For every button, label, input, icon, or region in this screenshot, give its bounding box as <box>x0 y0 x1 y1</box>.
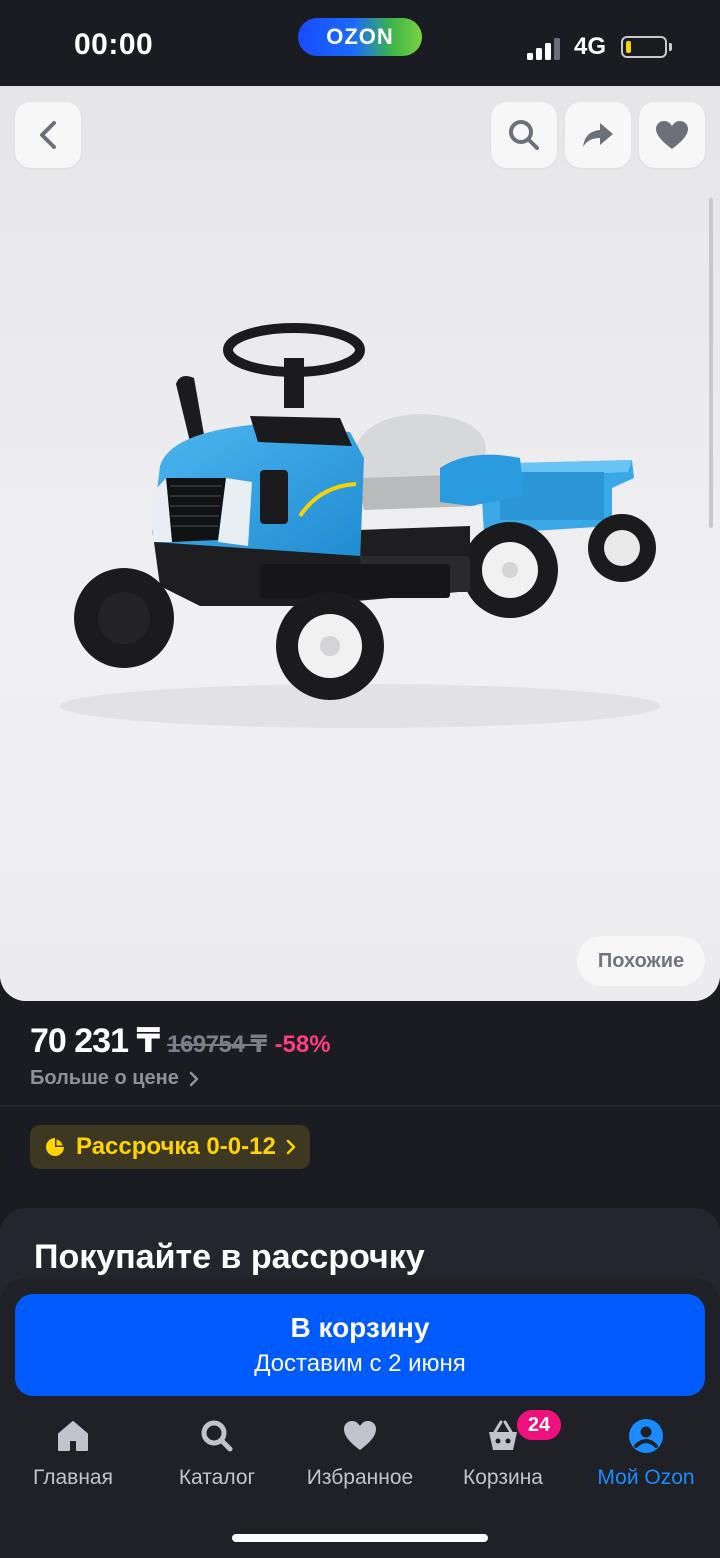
add-to-cart-button[interactable]: В корзину Доставим с 2 июня <box>15 1294 705 1396</box>
image-scrollbar[interactable] <box>709 198 713 528</box>
chevron-right-icon <box>189 1071 199 1086</box>
tab-home-label: Главная <box>33 1466 113 1489</box>
more-about-price-label: Больше о цене <box>30 1067 179 1089</box>
cart-count-badge: 24 <box>517 1410 561 1440</box>
search-icon <box>201 1420 233 1452</box>
battery-icon <box>621 36 667 58</box>
tab-favorites-label: Избранное <box>306 1466 414 1489</box>
delivery-date-label: Доставим с 2 июня <box>254 1350 466 1377</box>
favorite-button[interactable] <box>639 102 705 168</box>
home-icon <box>58 1421 88 1451</box>
old-price: 169754 ₸ <box>167 1031 267 1058</box>
status-time: 00:00 <box>74 28 154 61</box>
product-photo-tractor <box>0 86 720 1001</box>
more-about-price-link[interactable]: Больше о цене <box>30 1067 199 1090</box>
battery-tip <box>669 43 672 51</box>
ozon-logo: OZON <box>298 18 422 56</box>
similar-products-button[interactable]: Похожие <box>577 936 705 986</box>
tab-my-ozon-label: Мой Ozon <box>597 1466 695 1489</box>
home-indicator[interactable] <box>232 1534 488 1542</box>
tab-my-ozon[interactable]: Мой Ozon <box>574 1416 718 1506</box>
pie-chart-icon <box>46 1138 64 1156</box>
current-price: 70 231 ₸ <box>30 1022 160 1060</box>
tab-catalog[interactable]: Каталог <box>145 1416 289 1506</box>
bottom-panel: В корзину Доставим с 2 июня Главная Ката… <box>0 1278 720 1558</box>
price-section: 70 231 ₸ 169754 ₸ -58% Больше о цене Рас… <box>0 1001 720 1191</box>
tab-favorites[interactable]: Избранное <box>288 1416 432 1506</box>
basket-icon <box>489 1420 517 1450</box>
status-bar: 00:00 OZON 4G <box>0 0 720 86</box>
chevron-right-icon <box>286 1139 296 1155</box>
heart-icon <box>344 1421 376 1450</box>
user-circle-icon <box>629 1419 663 1453</box>
network-type: 4G <box>574 33 607 60</box>
tab-cart-label: Корзина <box>463 1466 543 1489</box>
ozon-logo-text: OZON <box>326 24 394 49</box>
promo-card-title: Покупайте в рассрочку <box>34 1238 425 1276</box>
signal-icon <box>527 38 560 60</box>
back-button[interactable] <box>15 102 81 168</box>
product-image-gallery[interactable]: Похожие <box>0 86 720 1001</box>
battery-level <box>626 41 631 53</box>
divider <box>0 1105 720 1106</box>
tab-catalog-label: Каталог <box>178 1466 256 1489</box>
installment-chip[interactable]: Рассрочка 0-0-12 <box>30 1125 310 1169</box>
bottom-tab-bar: Главная Каталог Избранное Корзина 24 Мой… <box>0 1410 720 1506</box>
installment-label: Рассрочка 0-0-12 <box>76 1133 276 1160</box>
discount-badge: -58% <box>274 1031 331 1058</box>
search-button[interactable] <box>491 102 557 168</box>
chevron-left-icon <box>40 121 56 149</box>
share-button[interactable] <box>565 102 631 168</box>
tab-home[interactable]: Главная <box>1 1416 145 1506</box>
price-row: 70 231 ₸ 169754 ₸ -58% <box>30 1021 331 1061</box>
share-arrow-icon <box>583 123 613 147</box>
add-to-cart-label: В корзину <box>290 1312 430 1343</box>
heart-icon <box>656 121 688 149</box>
search-icon <box>509 120 539 150</box>
